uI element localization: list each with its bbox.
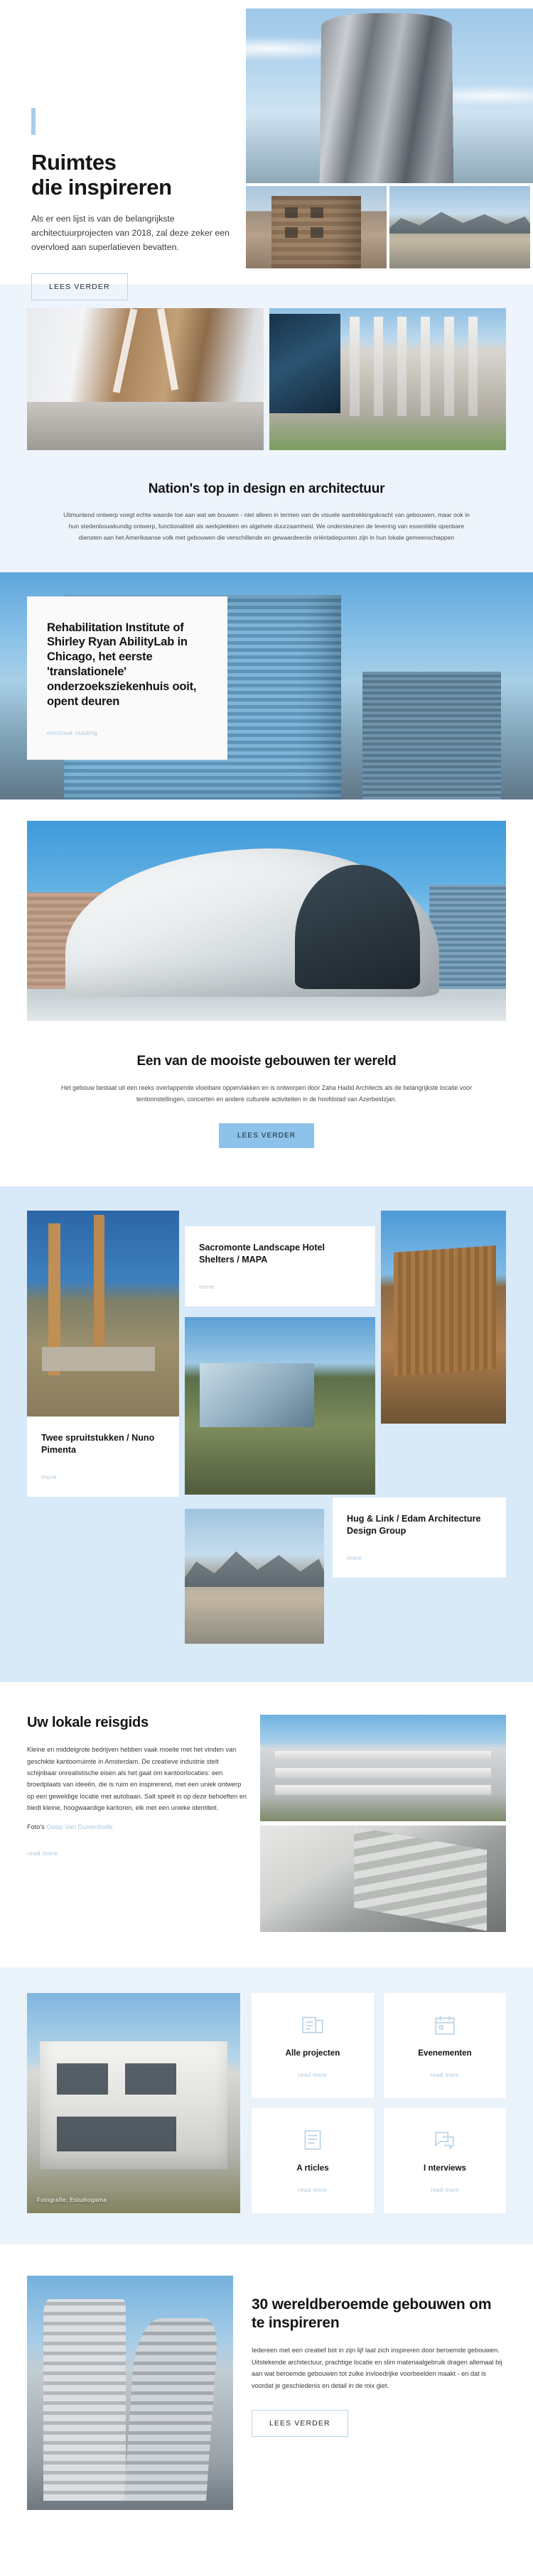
rehab-continue-reading-link[interactable]: continue reading	[47, 729, 98, 736]
icon-card-title: A rticles	[296, 2163, 329, 2173]
project-card-more-link[interactable]: more	[41, 1473, 57, 1480]
final-title: 30 wereldberoemde gebouwen om te inspire…	[252, 2296, 492, 2331]
icon-card-evenementen[interactable]: Evenementen read more	[384, 1993, 506, 2099]
heydar-text-block: Een van de mooiste gebouwen ter wereld H…	[0, 1021, 533, 1187]
heydar-section: Een van de mooiste gebouwen ter wereld H…	[0, 799, 533, 1187]
project-card-title: Sacromonte Landscape Hotel Shelters / MA…	[199, 1243, 325, 1265]
project-image-green-roof	[185, 1317, 375, 1495]
hero-subtitle: Als er een lijst is van de belangrijkste…	[31, 214, 230, 253]
hero-title-line-1: Ruimtes	[31, 150, 117, 175]
interview-icon	[433, 2128, 457, 2152]
nation-paragraph: Uitmuntend ontwerp voegt echte waarde to…	[63, 511, 470, 541]
hero-text-block: Ruimtes die inspireren Als er een lijst …	[31, 108, 252, 301]
final-image-dancing-house	[27, 2276, 233, 2511]
guide-credit: Foto's Ossip Van Duivenbode	[27, 1823, 247, 1830]
final-text-block: 30 wereldberoemde gebouwen om te inspire…	[252, 2276, 506, 2437]
project-card-twee-spruitstukken[interactable]: Twee spruitstukken / Nuno Pimenta more	[27, 1417, 179, 1497]
nation-image-atrium	[27, 308, 264, 450]
guide-image-group	[260, 1715, 506, 1933]
projects-section: Twee spruitstukken / Nuno Pimenta more S…	[0, 1186, 533, 1683]
icon-section-photo-wrap: Fotografie: Estudiogama	[27, 1993, 240, 2214]
icon-card-link[interactable]: read more	[298, 2072, 327, 2078]
guide-read-more-link[interactable]: read more	[27, 1850, 58, 1857]
nation-image-office-facade	[269, 308, 506, 450]
icon-card-title: I nterviews	[424, 2163, 466, 2173]
icon-cards-grid: Alle projecten read more Evenementen rea…	[252, 1993, 506, 2214]
guide-credit-link[interactable]: Ossip Van Duivenbode	[46, 1823, 112, 1830]
nation-image-row	[0, 308, 533, 450]
heydar-title: Een van de mooiste gebouwen ter wereld	[136, 1053, 397, 1069]
hero-image-group	[246, 9, 533, 268]
hero-image-landscape	[389, 186, 530, 268]
rehab-section: Rehabilitation Institute of Shirley Ryan…	[0, 572, 533, 799]
icon-card-link[interactable]: read more	[431, 2187, 459, 2193]
project-card-hug-link[interactable]: Hug & Link / Edam Architecture Design Gr…	[333, 1497, 506, 1578]
projects-grid: Twee spruitstukken / Nuno Pimenta more S…	[27, 1211, 506, 1651]
icon-card-title: Evenementen	[418, 2048, 472, 2058]
guide-image-interior-stairs	[260, 1825, 506, 1933]
rehab-title: Rehabilitation Institute of Shirley Ryan…	[47, 621, 197, 708]
calendar-icon	[433, 2013, 457, 2037]
heydar-read-more-button[interactable]: Lees verder	[218, 1123, 315, 1149]
guide-title: Uw lokale reisgids	[27, 1715, 149, 1731]
project-card-title: Hug & Link / Edam Architecture Design Gr…	[347, 1514, 481, 1536]
guide-credit-label: Foto's	[27, 1823, 45, 1831]
page-title: Ruimtes die inspireren	[31, 150, 252, 200]
guide-paragraph: Kleine en middelgrote bedrijven hebben v…	[27, 1746, 247, 1812]
icon-card-link[interactable]: read more	[431, 2072, 459, 2078]
icon-card-link[interactable]: read more	[298, 2187, 327, 2193]
icon-card-articles[interactable]: A rticles read more	[252, 2108, 374, 2214]
hero-image-tower	[246, 9, 533, 183]
guide-section: Uw lokale reisgids Kleine en middelgrote…	[0, 1682, 533, 1968]
project-image-wood-pavilion	[381, 1211, 506, 1424]
icon-card-alle-projecten[interactable]: Alle projecten read more	[252, 1993, 374, 2099]
project-image-treehouse	[27, 1211, 179, 1417]
icon-section-photo	[27, 1993, 240, 2214]
guide-text-block: Uw lokale reisgids Kleine en middelgrote…	[27, 1715, 247, 1932]
article-icon	[301, 2128, 325, 2152]
hero-section: Ruimtes die inspireren Als er een lijst …	[0, 0, 533, 301]
hero-title-line-2: die inspireren	[31, 174, 172, 200]
accent-bar	[31, 108, 36, 135]
hero-read-more-button[interactable]: Lees verder	[31, 273, 128, 301]
icon-card-interviews[interactable]: I nterviews read more	[384, 2108, 506, 2214]
hero-image-brick-building	[246, 186, 387, 268]
landing-page: Ruimtes die inspireren Als er een lijst …	[0, 0, 533, 2551]
nation-section: Nation's top in design en architectuur U…	[0, 284, 533, 572]
icon-cards-section: Fotografie: Estudiogama Alle projecten r…	[0, 1968, 533, 2245]
final-read-more-button[interactable]: Lees verder	[252, 2409, 348, 2437]
heydar-paragraph: Het gebouw bestaat uit een reeks overlap…	[60, 1084, 472, 1103]
projects-icon	[301, 2013, 325, 2037]
final-section: 30 wereldberoemde gebouwen om te inspire…	[0, 2244, 533, 2551]
rehab-card: Rehabilitation Institute of Shirley Ryan…	[27, 596, 227, 760]
photo-caption: Fotografie: Estudiogama	[37, 2196, 107, 2204]
guide-image-modern-office	[260, 1715, 506, 1822]
project-card-more-link[interactable]: more	[347, 1554, 362, 1561]
project-card-title: Twee spruitstukken / Nuno Pimenta	[41, 1433, 155, 1455]
project-image-landscape	[185, 1509, 324, 1644]
icon-card-title: Alle projecten	[285, 2048, 340, 2058]
final-paragraph: Iedereen met een creatief bot in zijn li…	[252, 2347, 502, 2389]
nation-title: Nation's top in design en architectuur	[148, 481, 385, 496]
project-card-sacromonte[interactable]: Sacromonte Landscape Hotel Shelters / MA…	[185, 1226, 375, 1306]
heydar-image	[27, 820, 506, 1021]
project-card-more-link[interactable]: more	[199, 1283, 215, 1290]
